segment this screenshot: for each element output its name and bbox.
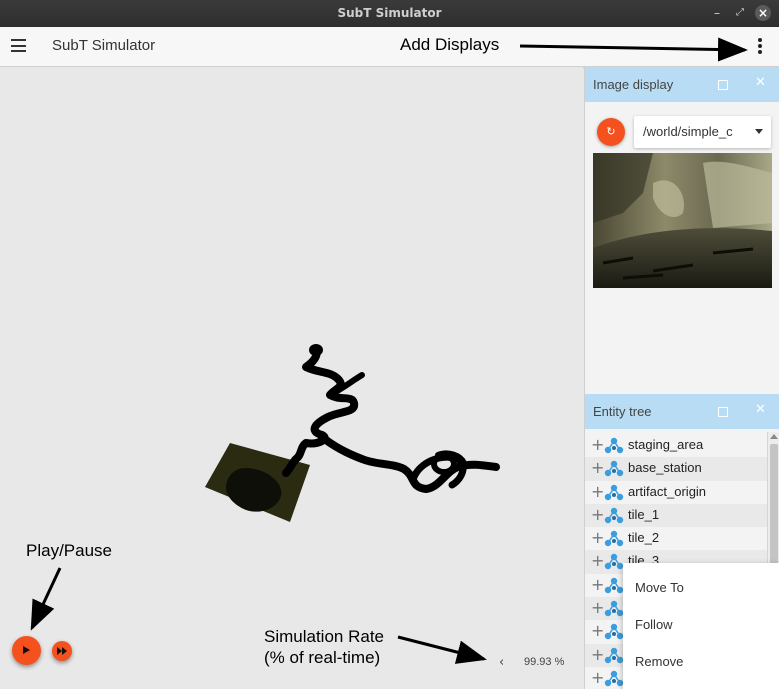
- model-icon: [604, 484, 624, 500]
- close-panel-icon[interactable]: ✕: [755, 402, 766, 417]
- expand-icon[interactable]: +: [591, 528, 604, 547]
- simulation-rate-value: 99.93 %: [524, 656, 565, 668]
- tree-row-label: staging_area: [628, 437, 704, 452]
- close-panel-icon[interactable]: ✕: [755, 75, 766, 90]
- expand-icon[interactable]: +: [591, 458, 604, 477]
- expand-icon[interactable]: +: [591, 575, 604, 594]
- context-menu: Move To Follow Remove: [623, 563, 779, 689]
- expand-icon[interactable]: +: [591, 505, 604, 524]
- tree-row-label: base_station: [628, 460, 702, 476]
- fast-forward-icon: [57, 647, 67, 655]
- model-icon: [604, 577, 624, 593]
- camera-image: [593, 153, 772, 288]
- minimize-icon[interactable]: –: [709, 5, 725, 21]
- annotation-simulation-rate: Simulation Rate (% of real-time): [264, 626, 384, 668]
- maximize-panel-icon[interactable]: [718, 80, 728, 90]
- expand-icon[interactable]: +: [591, 598, 604, 617]
- close-icon[interactable]: ×: [755, 5, 771, 21]
- image-display-panel: Image display ✕ ↻ /world/simple_c: [584, 67, 779, 394]
- tree-row[interactable]: + artifact_origin: [585, 481, 768, 504]
- expand-icon[interactable]: +: [591, 668, 604, 687]
- cave-map-render: [205, 344, 500, 522]
- chevron-down-icon: [755, 129, 763, 134]
- scroll-thumb[interactable]: [770, 444, 778, 564]
- tree-row-label: artifact_origin: [628, 483, 707, 499]
- menu-item-move-to[interactable]: Move To: [635, 580, 684, 595]
- model-icon: [604, 554, 624, 570]
- panel-title: Image display: [593, 77, 674, 92]
- tunnel-network: [282, 345, 500, 493]
- app-title: SubT Simulator: [52, 37, 156, 54]
- model-icon: [604, 624, 624, 640]
- more-vert-icon[interactable]: [755, 38, 765, 56]
- maximize-icon[interactable]: ⤢: [732, 5, 748, 21]
- play-pause-button[interactable]: [12, 636, 41, 665]
- expand-icon[interactable]: +: [591, 551, 604, 570]
- annotation-line: Simulation Rate: [264, 627, 385, 646]
- model-icon: [604, 437, 624, 454]
- scene-3d-view[interactable]: [0, 67, 583, 689]
- app-bar: SubT Simulator: [0, 27, 779, 67]
- rate-expand-chevron[interactable]: ‹: [499, 655, 504, 670]
- entity-tree-header: Entity tree ✕: [585, 394, 779, 429]
- topic-select-value: /world/simple_c: [643, 124, 733, 139]
- expand-icon[interactable]: +: [591, 621, 604, 640]
- hamburger-icon[interactable]: [11, 39, 26, 52]
- panel-title: Entity tree: [593, 404, 652, 419]
- model-icon: [604, 647, 624, 663]
- tree-row[interactable]: + tile_2: [585, 527, 768, 550]
- model-icon: [604, 507, 624, 524]
- model-icon: [604, 600, 624, 617]
- model-icon: [604, 670, 624, 687]
- refresh-button[interactable]: ↻: [597, 118, 625, 146]
- annotation-play-pause: Play/Pause: [26, 541, 112, 560]
- maximize-panel-icon[interactable]: [718, 407, 728, 417]
- expand-icon[interactable]: +: [591, 645, 604, 664]
- tree-row[interactable]: + tile_1: [585, 503, 768, 528]
- tree-row[interactable]: + base_station: [585, 457, 768, 481]
- menu-item-remove[interactable]: Remove: [635, 654, 683, 669]
- expand-icon[interactable]: +: [591, 482, 604, 501]
- menu-item-follow[interactable]: Follow: [635, 617, 673, 632]
- step-button[interactable]: [52, 641, 72, 661]
- scroll-up-icon[interactable]: [770, 434, 778, 439]
- topic-select[interactable]: /world/simple_c: [634, 116, 771, 148]
- tree-row-label: tile_2: [628, 530, 660, 546]
- tree-row-label: tile_1: [628, 506, 660, 522]
- annotation-add-displays: Add Displays: [400, 35, 500, 54]
- tree-row[interactable]: + staging_area: [585, 434, 768, 457]
- model-icon: [604, 530, 624, 547]
- refresh-icon: ↻: [606, 125, 616, 138]
- window-title: SubT Simulator: [337, 6, 442, 20]
- image-display-header: Image display ✕: [585, 67, 779, 102]
- annotation-line: (% of real-time): [264, 648, 381, 667]
- model-icon: [604, 461, 624, 477]
- expand-icon[interactable]: +: [591, 435, 604, 454]
- window-titlebar: SubT Simulator – ⤢ ×: [0, 0, 779, 27]
